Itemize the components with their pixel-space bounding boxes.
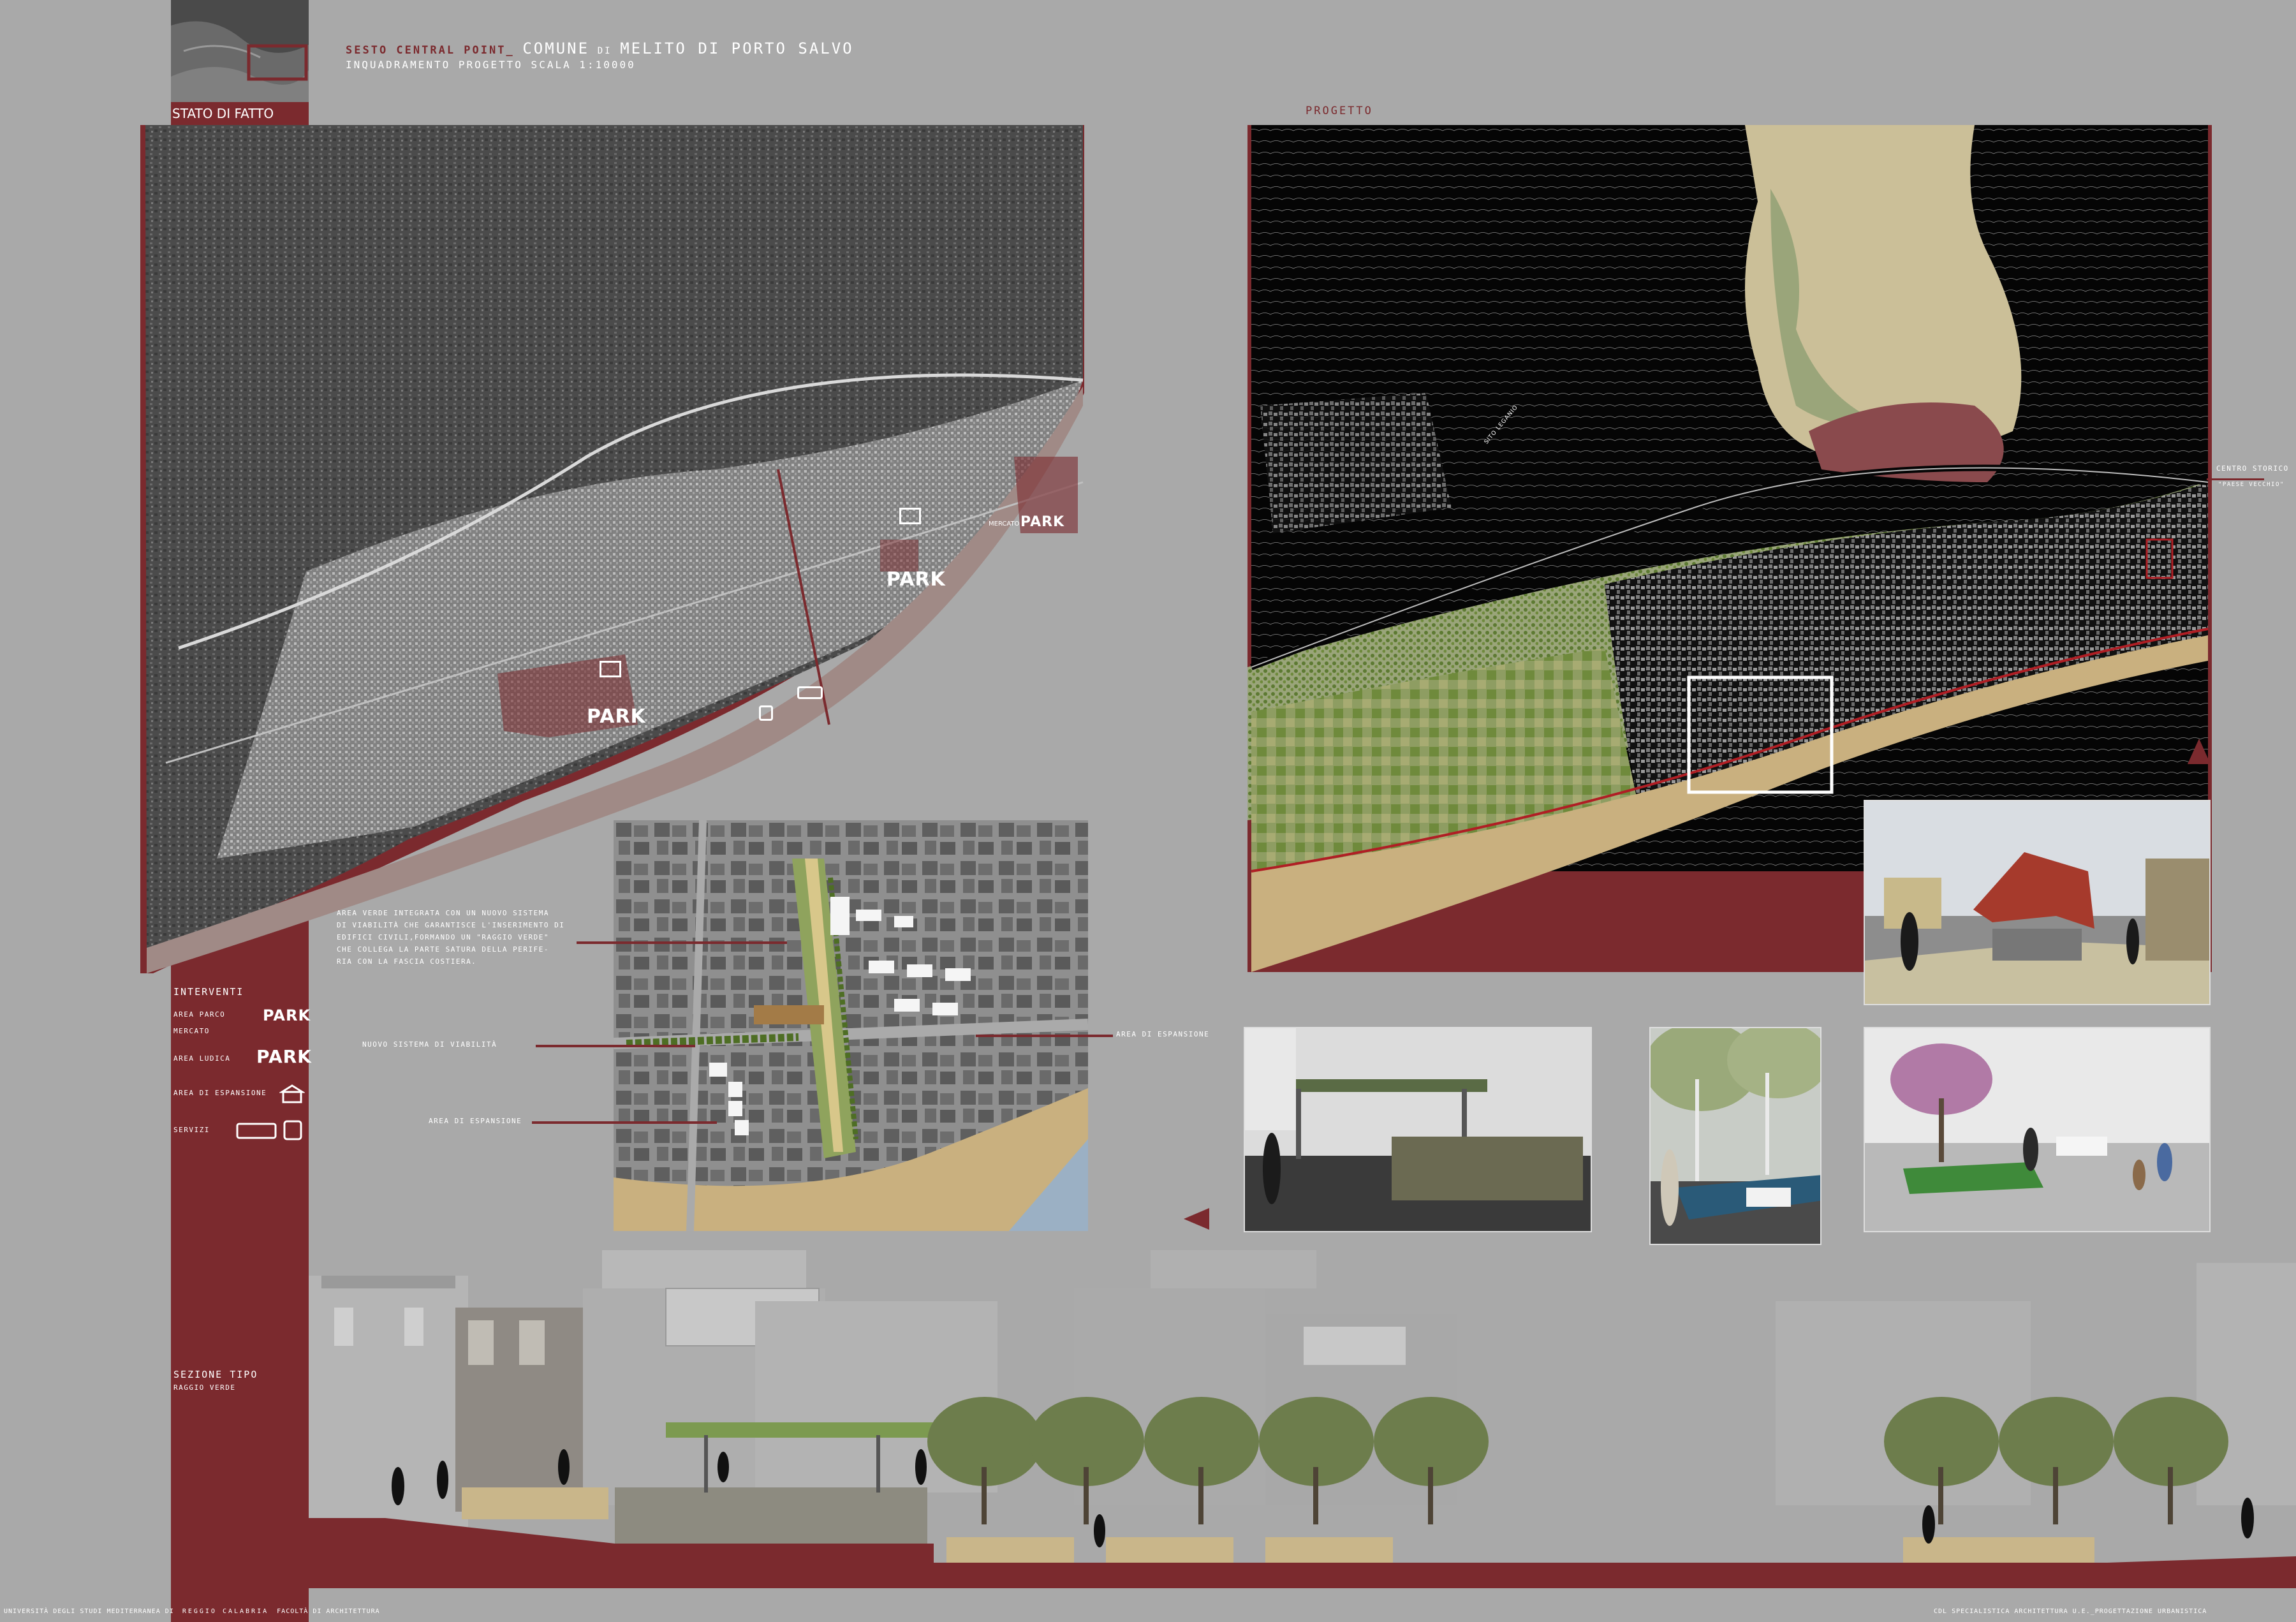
- house-icon: [279, 1084, 305, 1103]
- park-market-icon: PARK: [263, 1006, 311, 1024]
- progetto-label: PROGETTO: [1306, 105, 1373, 117]
- raggio-verde-caption: AREA VERDE INTEGRATA CON UN NUOVO SISTEM…: [337, 907, 564, 968]
- sezione-tipo-drawing: [309, 1250, 2296, 1588]
- legend-item-parco-mercato: AREA PARCO MERCATO PARK: [173, 1006, 310, 1037]
- paese-vecchio-label: "PAESE VECCHIO": [2218, 482, 2285, 488]
- map-park-badge-2: PARK: [887, 568, 946, 591]
- legend-item-servizi: SERVIZI: [173, 1119, 307, 1144]
- espansione-left-label: AREA DI ESPANSIONE: [429, 1117, 522, 1125]
- map-mercato-badge: MERCATO: [989, 520, 1020, 527]
- centro-storico-label: CENTRO STORICO: [2216, 464, 2289, 473]
- viabilita-label: NUOVO SISTEMA DI VIABILITÀ: [362, 1040, 497, 1049]
- raggio-verde-leader: [577, 941, 787, 944]
- render-tree-plaza: [1864, 1027, 2211, 1232]
- legend-item-area-ludica: AREA LUDICA PARK: [173, 1046, 311, 1074]
- caption-line-3: EDIFICI CIVILI,FORMANDO UN "RAGGIO VERDE…: [337, 933, 550, 941]
- espansione-right-label: AREA DI ESPANSIONE: [1116, 1030, 1210, 1038]
- viabilita-leader: [536, 1045, 695, 1047]
- sezione-tipo-svg: [309, 1250, 2296, 1588]
- map-park-badge-1: PARK: [587, 705, 646, 728]
- map-house-icon-2: [899, 508, 921, 524]
- location-thumbnail-svg: [171, 0, 309, 102]
- detail-plan-svg: [614, 820, 1088, 1231]
- page-title: SESTO CENTRAL POINT_ COMUNE DI MELITO DI…: [346, 40, 854, 57]
- zone-park-center: [880, 540, 918, 571]
- bus-train-icon: [236, 1120, 302, 1140]
- render-birch-trees: [1649, 1027, 1821, 1245]
- map-train-icon: [759, 705, 773, 721]
- render-birch-trees-svg: [1651, 1028, 1820, 1244]
- arrow-left-icon: [1184, 1208, 1209, 1230]
- caption-line-1: AREA VERDE INTEGRATA CON UN NUOVO SISTEM…: [337, 909, 550, 917]
- place-name: MELITO DI PORTO SALVO: [620, 40, 854, 57]
- legend-label-parco-mercato: AREA PARCO MERCATO: [173, 1010, 226, 1035]
- stato-di-fatto-label: STATO DI FATTO: [172, 106, 274, 121]
- interventi-title: INTERVENTI: [173, 986, 244, 998]
- centro-storico-leader: [2207, 478, 2264, 480]
- arrow-up-icon: [2188, 739, 2211, 764]
- render-pergola-svg: [1245, 1028, 1591, 1231]
- caption-line-5: RIA CON LA FASCIA COSTIERA.: [337, 957, 477, 966]
- sezione-tipo-title: SEZIONE TIPO: [173, 1369, 258, 1380]
- render-pergola: [1244, 1027, 1592, 1232]
- footer-university: UNIVERSITÀ DEGLI STUDI MEDITERRANEA DI: [4, 1608, 174, 1615]
- footer-city: REGGIO CALABRIA: [178, 1608, 273, 1615]
- map-bus-icon: [797, 686, 823, 699]
- footer-left: UNIVERSITÀ DEGLI STUDI MEDITERRANEA DI R…: [4, 1608, 380, 1615]
- poster-page: { "header": { "project": "SESTO CENTRAL …: [0, 0, 2296, 1622]
- comune-word: COMUNE: [522, 40, 590, 57]
- footer-faculty: FACOLTÀ DI ARCHITETTURA: [277, 1608, 380, 1615]
- caption-line-4: CHE COLLEGA LA PARTE SATURA DELLA PERIFE…: [337, 945, 550, 954]
- project-name: SESTO CENTRAL POINT_: [346, 44, 515, 57]
- render-red-canopy: [1864, 800, 2211, 1005]
- espansione-left-leader: [532, 1121, 717, 1124]
- location-thumbnail: [171, 0, 309, 102]
- detail-plan: [614, 820, 1088, 1231]
- di-word: DI: [597, 46, 612, 56]
- render-tree-plaza-svg: [1865, 1028, 2209, 1231]
- map-house-icon: [600, 661, 621, 677]
- footer-right: CDL SPECIALISTICA ARCHITETTURA U.E._PROG…: [1934, 1608, 2207, 1615]
- espansione-right-leader: [976, 1035, 1113, 1037]
- map-park-badge-3: PARK: [1020, 514, 1065, 530]
- park-icon: PARK: [256, 1046, 312, 1067]
- legend-item-espansione: AREA DI ESPANSIONE: [173, 1082, 307, 1107]
- page-subtitle: INQUADRAMENTO PROGETTO SCALA 1:10000: [346, 59, 636, 71]
- sezione-tipo-sub: RAGGIO VERDE: [173, 1383, 236, 1392]
- render-red-canopy-svg: [1865, 801, 2209, 1004]
- caption-line-2: DI VIABILITÀ CHE GARANTISCE L'INSERIMENT…: [337, 921, 565, 929]
